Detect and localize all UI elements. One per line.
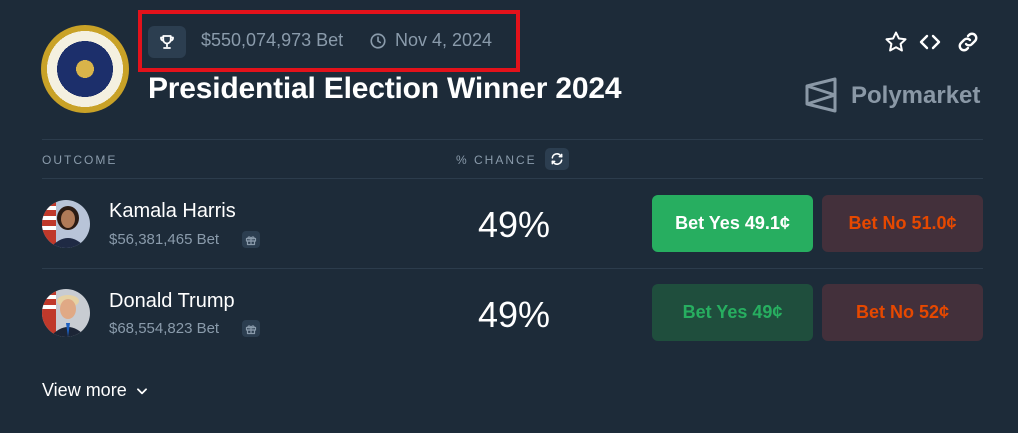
outcome-column-header: OUTCOME bbox=[42, 153, 118, 167]
outcome-chance: 49% bbox=[478, 204, 551, 245]
brand-name: Polymarket bbox=[851, 82, 981, 109]
bet-yes-button[interactable]: Bet Yes 49.1¢ bbox=[652, 195, 813, 252]
view-more-button[interactable]: View more bbox=[42, 380, 149, 401]
outcome-volume: $68,554,823 Bet bbox=[109, 320, 220, 337]
presidential-seal-image bbox=[41, 25, 129, 113]
gift-icon[interactable] bbox=[242, 320, 260, 337]
refresh-icon[interactable] bbox=[545, 148, 569, 170]
gift-icon[interactable] bbox=[242, 231, 260, 248]
market-volume: $550,074,973 Bet bbox=[201, 30, 344, 50]
star-icon[interactable] bbox=[884, 30, 908, 54]
page-title: Presidential Election Winner 2024 bbox=[148, 72, 622, 105]
bet-yes-button[interactable]: Bet Yes 49¢ bbox=[652, 284, 813, 341]
outcome-volume: $56,381,465 Bet bbox=[109, 231, 220, 248]
divider bbox=[42, 139, 983, 140]
view-more-label: View more bbox=[42, 380, 127, 400]
avatar-kamala-harris bbox=[42, 200, 90, 248]
divider bbox=[42, 178, 983, 179]
bet-no-button[interactable]: Bet No 52¢ bbox=[822, 284, 983, 341]
outcome-name[interactable]: Donald Trump bbox=[109, 290, 235, 313]
trophy-icon[interactable] bbox=[148, 26, 186, 58]
outcome-name[interactable]: Kamala Harris bbox=[109, 200, 236, 223]
chevron-down-icon bbox=[136, 387, 147, 394]
bet-no-button[interactable]: Bet No 51.0¢ bbox=[822, 195, 983, 252]
polymarket-logo-icon bbox=[805, 77, 837, 113]
divider bbox=[42, 268, 983, 269]
market-end-date: Nov 4, 2024 bbox=[395, 30, 493, 50]
link-icon[interactable] bbox=[956, 30, 980, 54]
avatar-donald-trump bbox=[42, 289, 90, 337]
embed-code-icon[interactable] bbox=[918, 30, 942, 54]
outcome-chance: 49% bbox=[478, 294, 551, 335]
clock-icon bbox=[370, 33, 386, 49]
chance-column-header: % CHANCE bbox=[456, 153, 537, 167]
